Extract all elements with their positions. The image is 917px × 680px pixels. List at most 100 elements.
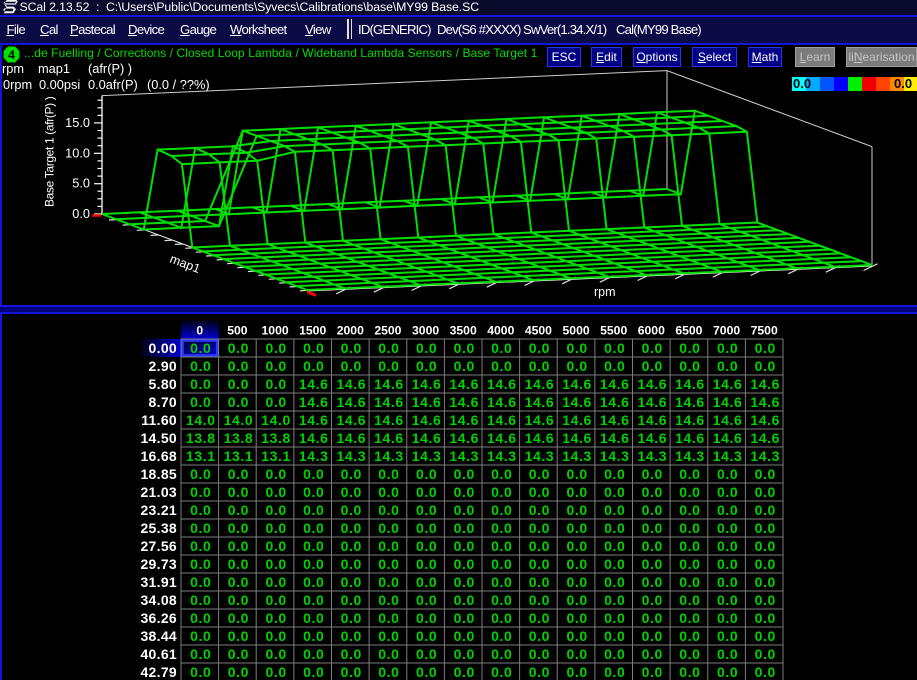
svg-text:0.0: 0.0	[679, 628, 700, 644]
svg-text:0.0: 0.0	[717, 664, 738, 680]
svg-text:0.0: 0.0	[416, 628, 437, 644]
svg-text:0.0: 0.0	[378, 520, 399, 536]
svg-text:0.0: 0.0	[679, 538, 700, 554]
svg-text:0.0: 0.0	[642, 466, 663, 482]
svg-text:0.0: 0.0	[717, 592, 738, 608]
svg-text:1500: 1500	[299, 324, 326, 338]
svg-text:0.0: 0.0	[755, 484, 776, 500]
svg-text:0.0: 0.0	[228, 628, 249, 644]
svg-text:36.26: 36.26	[140, 610, 177, 626]
svg-text:4: 4	[8, 48, 15, 62]
svg-text:13.8: 13.8	[261, 430, 291, 446]
svg-text:0.0: 0.0	[604, 520, 625, 536]
svg-text:0.0: 0.0	[604, 502, 625, 518]
svg-text:0.0: 0.0	[604, 610, 625, 626]
svg-text:13.1: 13.1	[186, 448, 216, 464]
svg-text:0.0: 0.0	[604, 340, 625, 356]
svg-text:14.6: 14.6	[449, 430, 479, 446]
svg-text:0.0: 0.0	[566, 574, 587, 590]
svg-text:0.0: 0.0	[190, 520, 211, 536]
svg-text:0.0: 0.0	[529, 538, 550, 554]
svg-text:10.0: 10.0	[65, 145, 90, 160]
svg-text:0.0: 0.0	[416, 664, 437, 680]
svg-text:0.0: 0.0	[566, 628, 587, 644]
svg-text:0.0: 0.0	[491, 628, 512, 644]
svg-text:0.0: 0.0	[755, 466, 776, 482]
svg-text:0.0: 0.0	[341, 520, 362, 536]
svg-text:14.6: 14.6	[750, 376, 780, 392]
svg-text:0.0: 0.0	[341, 484, 362, 500]
svg-text:23.21: 23.21	[140, 502, 177, 518]
svg-text:0.0: 0.0	[416, 502, 437, 518]
svg-text:0.0: 0.0	[529, 358, 550, 374]
svg-text:0.0: 0.0	[566, 502, 587, 518]
svg-text:0.0: 0.0	[566, 484, 587, 500]
svg-text:0.0: 0.0	[642, 592, 663, 608]
svg-text:42.79: 42.79	[140, 664, 177, 680]
svg-text:7500: 7500	[751, 324, 778, 338]
svg-text:0.0: 0.0	[190, 484, 211, 500]
svg-text:0: 0	[196, 324, 203, 338]
svg-text:0.0: 0.0	[228, 394, 249, 410]
svg-text:29.73: 29.73	[140, 556, 177, 572]
svg-text:8.70: 8.70	[149, 394, 177, 410]
svg-text:0.0: 0.0	[303, 538, 324, 554]
svg-text:0.0: 0.0	[491, 502, 512, 518]
svg-text:0.00: 0.00	[149, 340, 177, 356]
svg-text:0.0: 0.0	[190, 592, 211, 608]
svg-text:14.6: 14.6	[562, 412, 592, 428]
svg-text:0.0: 0.0	[529, 664, 550, 680]
svg-text:14.6: 14.6	[374, 430, 404, 446]
svg-text:0.0: 0.0	[416, 574, 437, 590]
svg-text:0.0: 0.0	[378, 358, 399, 374]
svg-text:Base Target 1 (afr(P) ): Base Target 1 (afr(P) )	[43, 96, 57, 207]
svg-text:14.6: 14.6	[713, 376, 743, 392]
svg-text:0.0: 0.0	[529, 610, 550, 626]
svg-text:5000: 5000	[563, 324, 590, 338]
svg-text:0.0: 0.0	[228, 610, 249, 626]
svg-text:0.0: 0.0	[228, 340, 249, 356]
svg-text:0.0: 0.0	[491, 484, 512, 500]
svg-text:3000: 3000	[412, 324, 439, 338]
svg-text:14.6: 14.6	[487, 376, 517, 392]
svg-text:14.6: 14.6	[637, 376, 667, 392]
svg-text:0.0: 0.0	[566, 556, 587, 572]
svg-text:0.0: 0.0	[416, 358, 437, 374]
svg-text:0.0: 0.0	[265, 646, 286, 662]
svg-text:0.0: 0.0	[529, 592, 550, 608]
svg-text:14.6: 14.6	[449, 376, 479, 392]
svg-text:0.0: 0.0	[378, 592, 399, 608]
svg-text:0.0: 0.0	[491, 520, 512, 536]
svg-text:0.0: 0.0	[228, 538, 249, 554]
svg-text:0.0: 0.0	[341, 574, 362, 590]
svg-text:14.6: 14.6	[487, 430, 517, 446]
svg-text:0.0: 0.0	[190, 556, 211, 572]
svg-text:0.0: 0.0	[642, 502, 663, 518]
svg-text:0.0: 0.0	[265, 628, 286, 644]
svg-text:0.0: 0.0	[228, 358, 249, 374]
svg-text:0.0: 0.0	[454, 484, 475, 500]
svg-text:0.0: 0.0	[454, 592, 475, 608]
svg-text:0.0: 0.0	[529, 628, 550, 644]
svg-text:0.0: 0.0	[717, 358, 738, 374]
svg-text:0.0: 0.0	[190, 538, 211, 554]
svg-text:14.6: 14.6	[336, 376, 366, 392]
svg-text:13.8: 13.8	[224, 430, 254, 446]
svg-text:0.0: 0.0	[529, 556, 550, 572]
svg-text:0.0: 0.0	[604, 664, 625, 680]
svg-text:0.0: 0.0	[604, 358, 625, 374]
svg-text:0.0: 0.0	[190, 628, 211, 644]
svg-text:0.0: 0.0	[717, 484, 738, 500]
svg-text:0.0: 0.0	[717, 574, 738, 590]
svg-text:0.0: 0.0	[454, 646, 475, 662]
svg-text:0.0: 0.0	[378, 628, 399, 644]
svg-text:14.6: 14.6	[750, 394, 780, 410]
svg-text:3500: 3500	[450, 324, 477, 338]
svg-text:0.0: 0.0	[529, 484, 550, 500]
svg-text:1000: 1000	[262, 324, 289, 338]
svg-text:0.0: 0.0	[679, 556, 700, 572]
svg-text:0.0: 0.0	[265, 664, 286, 680]
svg-text:0.0: 0.0	[265, 592, 286, 608]
svg-text:14.6: 14.6	[374, 394, 404, 410]
svg-text:0.0: 0.0	[416, 646, 437, 662]
